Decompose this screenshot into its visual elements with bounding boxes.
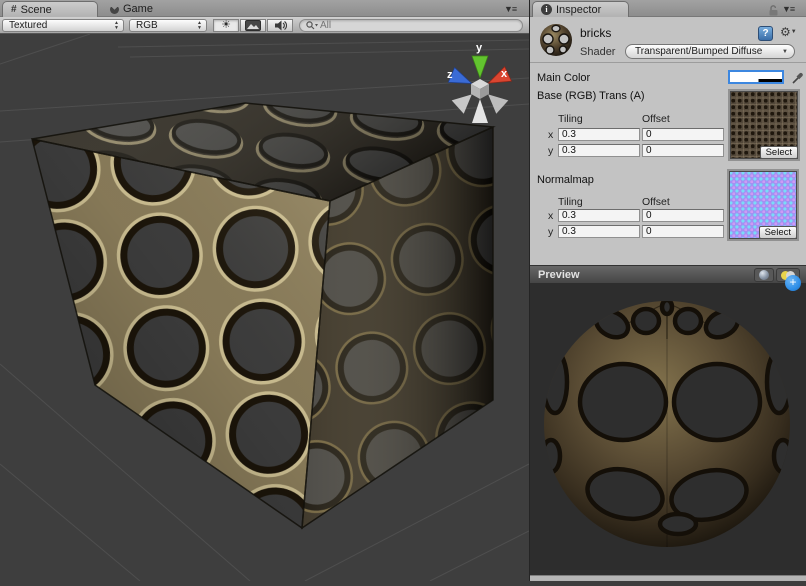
bricks-cube[interactable] — [32, 103, 493, 528]
row-x-label: x — [548, 129, 553, 141]
sun-icon: ☀ — [221, 20, 231, 31]
normalmap-select-button[interactable]: Select — [759, 226, 797, 239]
tiling-header: Tiling — [558, 196, 583, 208]
scene-lighting-button[interactable]: ☀ — [213, 19, 239, 32]
search-icon — [306, 21, 318, 30]
scene-toolbar: Textured ▲▼ RGB ▲▼ ☀ — [0, 17, 529, 34]
eyedropper-icon[interactable] — [791, 69, 804, 85]
preview-sphere — [530, 284, 806, 575]
updown-arrows-icon: ▲▼ — [197, 21, 202, 31]
material-name: bricks — [580, 26, 611, 40]
help-button[interactable]: ? — [758, 26, 773, 41]
orientation-gizmo[interactable]: y x z — [447, 42, 511, 123]
shader-value: Transparent/Bumped Diffuse — [635, 46, 762, 57]
draw-mode-dropdown[interactable]: Textured ▲▼ — [2, 19, 124, 32]
inspector-panel: i Inspector ▼≡ bricks Shader Trans — [529, 0, 806, 581]
add-button[interactable]: + — [785, 275, 801, 291]
gear-button[interactable]: ⚙▼ — [780, 25, 797, 39]
preview-header[interactable]: Preview — [530, 265, 806, 284]
scene-tabstrip: # Scene Game ▼≡ — [0, 0, 529, 17]
draw-mode-value: Textured — [9, 20, 47, 31]
image-icon — [245, 20, 261, 31]
scene-effects-button[interactable] — [240, 19, 266, 32]
row-y-label: y — [548, 145, 553, 157]
base-select-button[interactable]: Select — [760, 146, 798, 159]
shader-label: Shader — [580, 46, 615, 58]
color-mode-value: RGB — [136, 20, 158, 31]
preview-area[interactable] — [530, 284, 806, 575]
tab-inspector[interactable]: i Inspector — [532, 1, 629, 17]
tab-game[interactable]: Game — [102, 1, 161, 17]
gizmo-x-label: x — [501, 68, 508, 80]
preview-shape-button[interactable] — [754, 268, 774, 282]
gizmo-y-label: y — [476, 42, 483, 54]
tab-scene[interactable]: # Scene — [2, 1, 98, 17]
tiling-header: Tiling — [558, 113, 583, 125]
normalmap-thumbnail[interactable]: Select — [727, 169, 799, 241]
main-color-label: Main Color — [537, 72, 590, 84]
scene-search-input[interactable] — [320, 20, 500, 31]
tab-scene-label: Scene — [21, 4, 52, 16]
scene-audio-button[interactable] — [267, 19, 293, 32]
window-bottom-edge — [530, 575, 806, 581]
dropdown-caret-icon: ▼ — [782, 49, 788, 55]
alpha-bar — [730, 79, 782, 82]
info-icon: i — [541, 4, 552, 15]
scene-search-field[interactable] — [299, 19, 523, 32]
scene-grid-icon: # — [11, 4, 17, 15]
inspector-panel-menu-icon[interactable]: ▼≡ — [782, 4, 794, 14]
row-x-label: x — [548, 210, 553, 222]
tab-inspector-label: Inspector — [556, 4, 601, 16]
updown-arrows-icon: ▲▼ — [114, 21, 119, 31]
material-header: bricks Shader Transparent/Bumped Diffuse… — [530, 17, 806, 63]
offset-header: Offset — [642, 113, 670, 125]
color-mode-dropdown[interactable]: RGB ▲▼ — [129, 19, 207, 32]
base-tiling-y-input[interactable] — [558, 144, 640, 157]
normal-tiling-y-input[interactable] — [558, 225, 640, 238]
normalmap-label: Normalmap — [537, 174, 594, 186]
offset-header: Offset — [642, 196, 670, 208]
main-color-swatch[interactable] — [728, 70, 784, 84]
base-offset-y-input[interactable] — [642, 144, 724, 157]
material-ball-icon — [539, 23, 573, 57]
row-y-label: y — [548, 226, 553, 238]
base-offset-x-input[interactable] — [642, 128, 724, 141]
gizmo-z-label: z — [447, 69, 453, 81]
speaker-icon — [274, 20, 287, 31]
normal-offset-y-input[interactable] — [642, 225, 724, 238]
scene-panel: # Scene Game ▼≡ Textured ▲▼ RGB ▲▼ ☀ — [0, 0, 529, 581]
shader-dropdown[interactable]: Transparent/Bumped Diffuse ▼ — [625, 44, 795, 59]
normal-tiling-x-input[interactable] — [558, 209, 640, 222]
gizmo-y-axis[interactable] — [472, 56, 488, 78]
base-texture-thumbnail[interactable]: Select — [728, 89, 800, 161]
game-icon — [110, 5, 119, 14]
base-map-label: Base (RGB) Trans (A) — [537, 90, 645, 102]
tab-game-label: Game — [123, 3, 153, 15]
scene-panel-menu-icon[interactable]: ▼≡ — [504, 4, 516, 14]
lock-icon[interactable] — [768, 4, 779, 16]
scene-viewport[interactable]: y x z — [0, 34, 529, 581]
gear-icon: ⚙ — [780, 25, 791, 39]
base-tiling-x-input[interactable] — [558, 128, 640, 141]
preview-title: Preview — [538, 269, 580, 281]
normal-offset-x-input[interactable] — [642, 209, 724, 222]
inspector-tabstrip: i Inspector ▼≡ — [530, 0, 806, 17]
sphere-icon — [759, 270, 769, 280]
